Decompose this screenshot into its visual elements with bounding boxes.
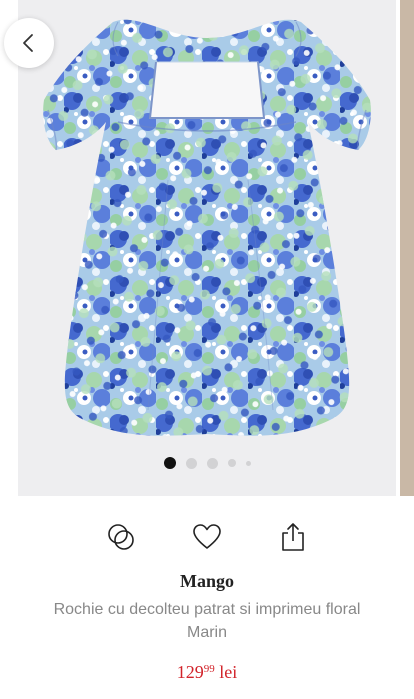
share-icon — [282, 523, 304, 551]
price-decimals: 99 — [203, 663, 215, 675]
heart-icon — [193, 524, 221, 549]
pagination-dot[interactable] — [245, 460, 251, 466]
product-detail-page: Mango Rochie cu decolteu patrat si impri… — [0, 0, 414, 699]
product-image-gallery[interactable] — [18, 0, 396, 496]
back-button[interactable] — [4, 18, 54, 68]
share-button[interactable] — [271, 515, 315, 559]
product-price: 12999 lei — [0, 662, 414, 683]
product-brand: Mango — [180, 571, 234, 591]
product-name: Rochie cu decolteu patrat si imprimeu fl… — [53, 601, 361, 641]
pagination-dot[interactable] — [185, 457, 197, 469]
price-integer: 129 — [176, 662, 204, 682]
pagination-dot-active[interactable] — [163, 457, 176, 469]
favorite-button[interactable] — [185, 515, 229, 559]
pagination-dot[interactable] — [227, 459, 236, 467]
next-image-peek[interactable] — [400, 0, 414, 496]
pagination-dot[interactable] — [206, 457, 218, 469]
chevron-left-icon — [23, 34, 33, 52]
product-actions — [0, 515, 414, 559]
gallery-pagination — [18, 456, 396, 470]
product-image — [18, 0, 396, 496]
overlapping-circles-icon — [108, 524, 134, 550]
price-currency: lei — [219, 662, 238, 682]
compare-button[interactable] — [99, 515, 143, 559]
